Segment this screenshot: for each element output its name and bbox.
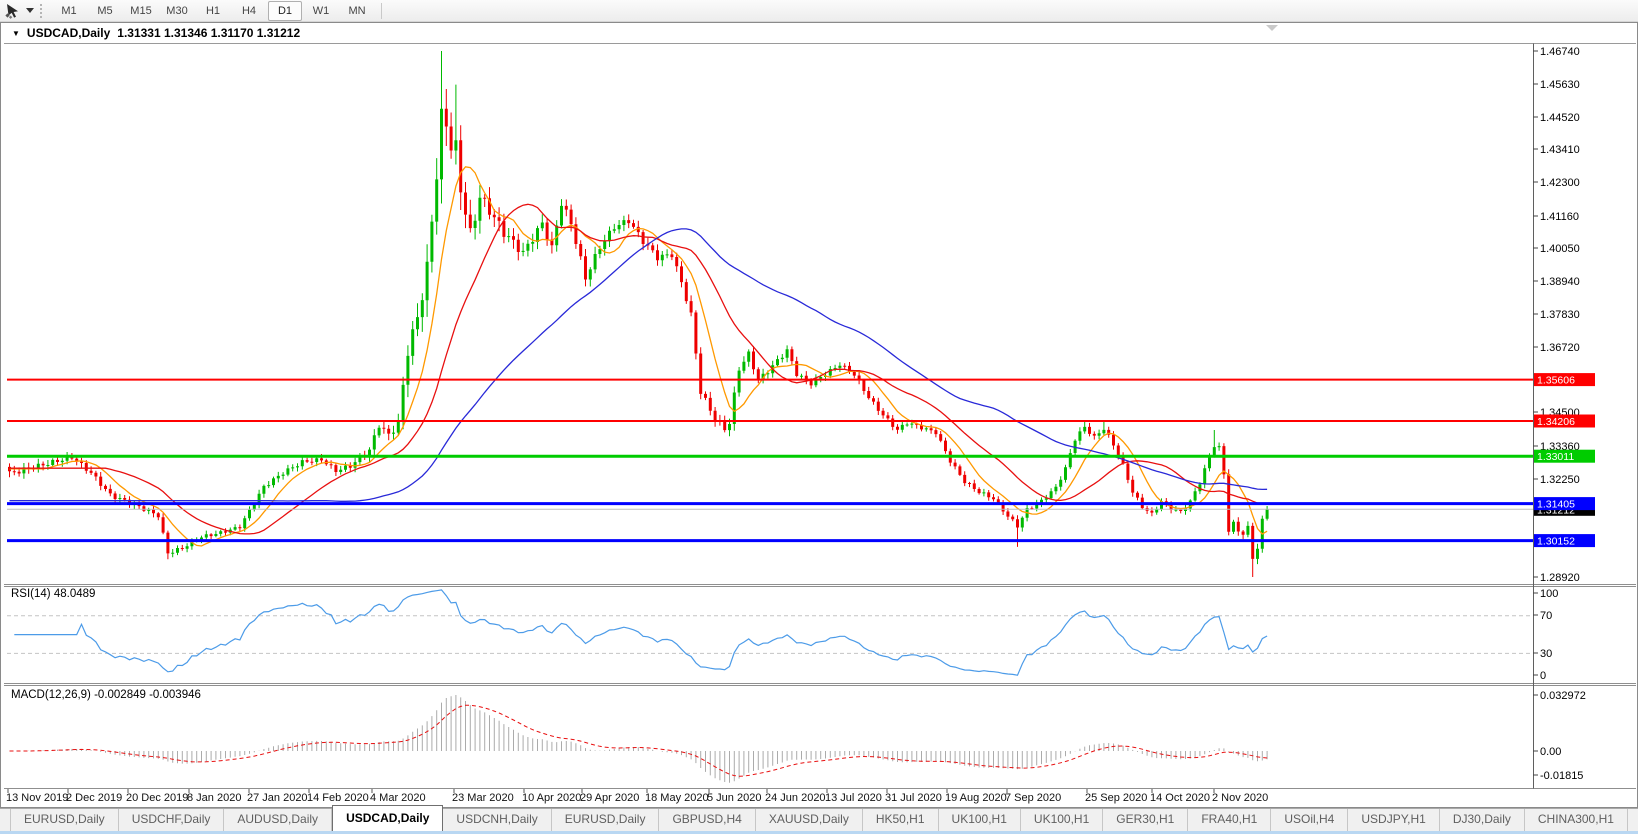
date-tick-label: 14 Oct 2020: [1150, 792, 1210, 804]
date-tick-label: 23 Mar 2020: [452, 792, 514, 804]
price-badge-resistance: 1.34206: [1534, 414, 1595, 428]
svg-text:0.00: 0.00: [1540, 746, 1561, 758]
date-tick-label: 27 Jan 2020: [247, 792, 308, 804]
chart-ohlc-values: 1.31331 1.31346 1.31170 1.31212: [117, 26, 301, 40]
svg-text:30: 30: [1540, 648, 1552, 660]
rsi-name: RSI(14): [11, 588, 51, 600]
timeframe-button-m15[interactable]: M15: [124, 1, 158, 21]
date-tick-label: 29 Apr 2020: [580, 792, 640, 804]
tab-uk100-h1[interactable]: UK100,H1: [939, 809, 1021, 831]
top-toolbar: M1 M5 M15 M30 H1 H4 D1 W1 MN: [0, 0, 1638, 22]
price-tick-label: 1.41160: [1540, 211, 1579, 223]
tab-china300-h1[interactable]: CHINA300,H1: [1525, 809, 1628, 831]
timeframe-button-h4[interactable]: H4: [232, 1, 266, 21]
svg-text:1.34206: 1.34206: [1537, 416, 1575, 428]
date-tick-label: 13 Jul 2020: [825, 792, 882, 804]
price-tick-label: 1.44520: [1540, 112, 1580, 124]
timeframe-button-m5[interactable]: M5: [88, 1, 122, 21]
rsi-value: 48.0489: [53, 588, 96, 600]
svg-text:0: 0: [1540, 670, 1546, 682]
svg-text:1.35606: 1.35606: [1537, 375, 1575, 387]
price-tick-label: 1.32250: [1540, 474, 1580, 486]
tab-dj30-daily[interactable]: DJ30,Daily: [1440, 809, 1525, 831]
cursor-tool-icon[interactable]: [2, 2, 24, 20]
date-tick-label: 19 Aug 2020: [945, 792, 1007, 804]
svg-text:100: 100: [1540, 588, 1558, 600]
tab-audusd-daily[interactable]: AUDUSD,Daily: [224, 809, 333, 831]
price-tick-label: 1.28920: [1540, 572, 1580, 584]
price-tick-label: 1.37830: [1540, 309, 1580, 321]
svg-text:70: 70: [1540, 610, 1552, 622]
chart-dropdown-icon[interactable]: ▼: [12, 29, 20, 38]
price-tick-label: 1.40050: [1540, 243, 1580, 255]
date-tick-label: 2 Nov 2020: [1212, 792, 1269, 804]
timeframe-button-m1[interactable]: M1: [52, 1, 86, 21]
rsi-indicator-label: RSI(14) 48.0489: [11, 588, 95, 600]
svg-text:1.33011: 1.33011: [1537, 451, 1574, 463]
macd-values: -0.002849 -0.003946: [94, 689, 201, 701]
timeframe-button-h1[interactable]: H1: [196, 1, 230, 21]
price-tick-label: 1.45630: [1540, 79, 1580, 91]
tab-usdchf-daily[interactable]: USDCHF,Daily: [119, 809, 225, 831]
tab-ger30-h1[interactable]: GER30,H1: [1103, 809, 1189, 831]
date-tick-label: 31 Jul 2020: [885, 792, 942, 804]
toolbar-separator: [381, 2, 382, 19]
date-tick-label: 8 Jan 2020: [187, 792, 242, 804]
tab-usoil-h1[interactable]: USOil,H1: [1628, 809, 1638, 831]
tab-usoil-h4[interactable]: USOil,H4: [1271, 809, 1349, 831]
macd-indicator-label: MACD(12,26,9) -0.002849 -0.003946: [11, 689, 201, 701]
date-tick-label: 10 Apr 2020: [522, 792, 582, 804]
date-tick-label: 5 Jun 2020: [707, 792, 762, 804]
chart-background: [4, 23, 1636, 807]
price-tick-label: 1.38940: [1540, 276, 1580, 288]
chart-title: ▼ USDCAD,Daily 1.31331 1.31346 1.31170 1…: [12, 26, 300, 40]
date-tick-label: 20 Dec 2019: [126, 792, 189, 804]
timeframe-button-w1[interactable]: W1: [304, 1, 338, 21]
date-tick-label: 13 Nov 2019: [6, 792, 69, 804]
date-tick-label: 7 Sep 2020: [1005, 792, 1062, 804]
tab-eurusd-daily[interactable]: EURUSD,Daily: [10, 809, 119, 831]
price-tick-label: 1.42300: [1540, 177, 1580, 189]
price-badge-pivot: 1.33011: [1534, 449, 1595, 463]
chart-symbol-label: USDCAD,Daily: [26, 26, 111, 40]
price-badge-resistance: 1.35606: [1534, 373, 1595, 387]
price-tick-label: 1.46740: [1540, 46, 1580, 58]
svg-text:-0.01815: -0.01815: [1540, 770, 1583, 782]
price-chart-canvas[interactable]: 1.46740 1.45630 1.44520 1.43410 1.42300 1.411…: [0, 22, 1638, 808]
price-badge-support: 1.31405: [1534, 497, 1595, 511]
timeframe-button-group: M1 M5 M15 M30 H1 H4 D1 W1 MN: [51, 0, 375, 21]
price-tick-label: 1.43410: [1540, 144, 1580, 156]
tabs-holder: EURUSD,Daily USDCHF,Daily AUDUSD,Daily USDC…: [0, 805, 1638, 831]
price-tick-label: 1.36720: [1540, 342, 1580, 354]
toolbar-grip-handle[interactable]: [40, 3, 45, 18]
date-tick-label: 24 Jun 2020: [765, 792, 826, 804]
svg-text:1.30152: 1.30152: [1537, 536, 1575, 548]
tab-uk100-h1[interactable]: UK100,H1: [1021, 809, 1104, 831]
date-tick-label: 14 Feb 2020: [307, 792, 369, 804]
date-tick-label: 18 May 2020: [645, 792, 709, 804]
svg-text:1.31405: 1.31405: [1537, 499, 1575, 511]
tab-hk50-h1[interactable]: HK50,H1: [863, 809, 939, 831]
tab-usdcad-daily[interactable]: USDCAD,Daily: [332, 805, 444, 831]
tab-xauusd-daily[interactable]: XAUUSD,Daily: [756, 809, 863, 831]
date-tick-label: 4 Mar 2020: [370, 792, 426, 804]
tab-gbpusd-h4[interactable]: GBPUSD,H4: [659, 809, 756, 831]
timeframe-button-d1[interactable]: D1: [268, 0, 302, 21]
date-tick-label: 25 Sep 2020: [1085, 792, 1148, 804]
price-badge-support: 1.30152: [1534, 534, 1595, 548]
tab-usdcnh-daily[interactable]: USDCNH,Daily: [443, 809, 552, 831]
tab-fra40-h1[interactable]: FRA40,H1: [1188, 809, 1272, 831]
timeframe-button-mn[interactable]: MN: [340, 1, 374, 21]
tab-usdjpy-h1[interactable]: USDJPY,H1: [1348, 809, 1440, 831]
date-tick-label: 2 Dec 2019: [66, 792, 123, 804]
chart-tab-bar: EURUSD,Daily USDCHF,Daily AUDUSD,Daily USDC…: [0, 805, 1638, 831]
caret-down-icon[interactable]: [24, 2, 36, 20]
tab-eurusd-daily[interactable]: EURUSD,Daily: [552, 809, 660, 831]
macd-name: MACD(12,26,9): [11, 689, 91, 701]
svg-text:0.032972: 0.032972: [1540, 690, 1586, 702]
timeframe-button-m30[interactable]: M30: [160, 1, 194, 21]
